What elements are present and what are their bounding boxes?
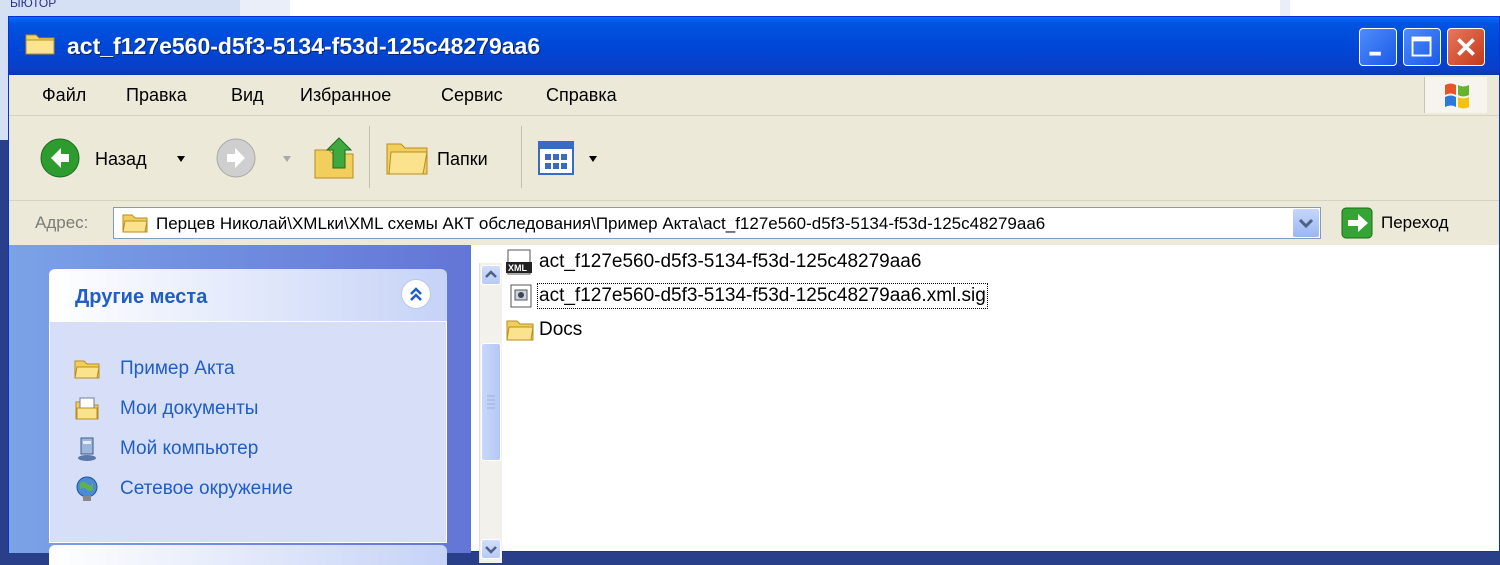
folders-icon[interactable] [385, 138, 431, 178]
chevron-up-icon [485, 270, 497, 278]
menu-edit[interactable]: Правка [126, 85, 187, 106]
back-arrow-icon[interactable] [39, 137, 81, 179]
folder-icon [74, 360, 100, 379]
minimize-button[interactable] [1359, 28, 1397, 66]
explorer-window: act_f127e560-d5f3-5134-f53d-125c48279aa6… [8, 16, 1500, 565]
scroll-thumb[interactable] [481, 343, 501, 461]
folders-button-label[interactable]: Папки [437, 149, 488, 170]
file-name: Docs [539, 319, 583, 340]
chevron-up-double-icon [410, 287, 422, 301]
toolbar: Назад Папки [9, 116, 1499, 201]
window-title: act_f127e560-d5f3-5134-f53d-125c48279aa6 [67, 33, 541, 59]
file-name: act_f127e560-d5f3-5134-f53d-125c48279aa6 [539, 251, 922, 272]
background-fragment-text: ЫЮТОР [10, 0, 57, 10]
content-area: Другие места Пример Акта Мои документы М… [9, 245, 1499, 565]
grip-icon [487, 395, 495, 409]
views-dropdown-icon[interactable] [587, 154, 599, 164]
forward-arrow-icon[interactable] [215, 137, 257, 179]
toolbar-separator [521, 126, 522, 188]
menu-help[interactable]: Справка [546, 85, 617, 106]
scroll-up-button[interactable] [481, 265, 501, 285]
title-bar[interactable]: act_f127e560-d5f3-5134-f53d-125c48279aa6 [9, 17, 1499, 75]
menu-view[interactable]: Вид [231, 85, 264, 106]
back-button-label[interactable]: Назад [95, 149, 147, 170]
go-arrow-icon[interactable] [1341, 207, 1373, 239]
address-input[interactable]: Перцев Николай\XMLки\XML схемы АКТ обсле… [113, 207, 1321, 239]
address-label: Адрес: [35, 213, 89, 232]
other-places-title: Другие места [75, 286, 208, 308]
menu-file[interactable]: Файл [42, 85, 86, 106]
task-pane: Другие места Пример Акта Мои документы М… [9, 245, 471, 565]
other-places-header[interactable]: Другие места [49, 269, 447, 321]
address-path: Перцев Николай\XMLки\XML схемы АКТ обсле… [156, 214, 1046, 233]
close-icon [1457, 38, 1475, 56]
windows-flag-icon [1445, 83, 1469, 109]
views-icon[interactable] [537, 140, 575, 176]
next-panel-header[interactable] [49, 545, 447, 565]
menu-favorites[interactable]: Избранное [300, 85, 391, 106]
close-button[interactable] [1447, 28, 1485, 66]
forward-dropdown-icon[interactable] [281, 154, 293, 164]
my-computer-icon [78, 437, 96, 461]
svg-text:XML: XML [508, 263, 528, 273]
maximize-icon [1411, 36, 1432, 57]
other-places-panel: Другие места Пример Акта Мои документы М… [49, 269, 447, 543]
toolbar-separator [369, 126, 370, 188]
folder-icon [25, 34, 55, 55]
folder-icon [122, 214, 148, 233]
place-label: Мой компьютер [120, 438, 259, 459]
file-name: act_f127e560-d5f3-5134-f53d-125c48279aa6… [537, 283, 988, 309]
windows-logo [1424, 77, 1487, 113]
place-label: Сетевое окружение [120, 478, 293, 499]
go-button-label[interactable]: Переход [1381, 213, 1449, 233]
address-dropdown-button[interactable] [1293, 209, 1319, 237]
back-dropdown-icon[interactable] [175, 154, 187, 164]
folder-icon [506, 320, 534, 341]
place-label: Пример Акта [120, 358, 235, 379]
up-folder-icon[interactable] [311, 134, 357, 182]
maximize-button[interactable] [1403, 28, 1441, 66]
xml-file-icon: XML [506, 249, 532, 275]
chevron-down-icon [485, 546, 497, 554]
my-documents-icon [75, 397, 99, 420]
address-bar: Адрес: Перцев Николай\XMLки\XML схемы АК… [9, 201, 1499, 245]
chevron-down-icon [1298, 218, 1314, 229]
collapse-button[interactable] [401, 279, 431, 309]
minimize-icon [1369, 51, 1381, 56]
sig-file-icon [510, 284, 532, 308]
place-label: Мои документы [120, 398, 259, 419]
menu-tools[interactable]: Сервис [441, 85, 503, 106]
vertical-scrollbar[interactable] [479, 263, 502, 563]
file-list: XML act_f127e560-d5f3-5134-f53d-125c4827… [503, 245, 1499, 551]
scroll-down-button[interactable] [481, 539, 501, 559]
menu-bar: Файл Правка Вид Избранное Сервис Справка [9, 75, 1499, 116]
network-icon [76, 476, 98, 501]
other-places-list: Пример Акта Мои документы Мой компьютер … [49, 321, 447, 543]
